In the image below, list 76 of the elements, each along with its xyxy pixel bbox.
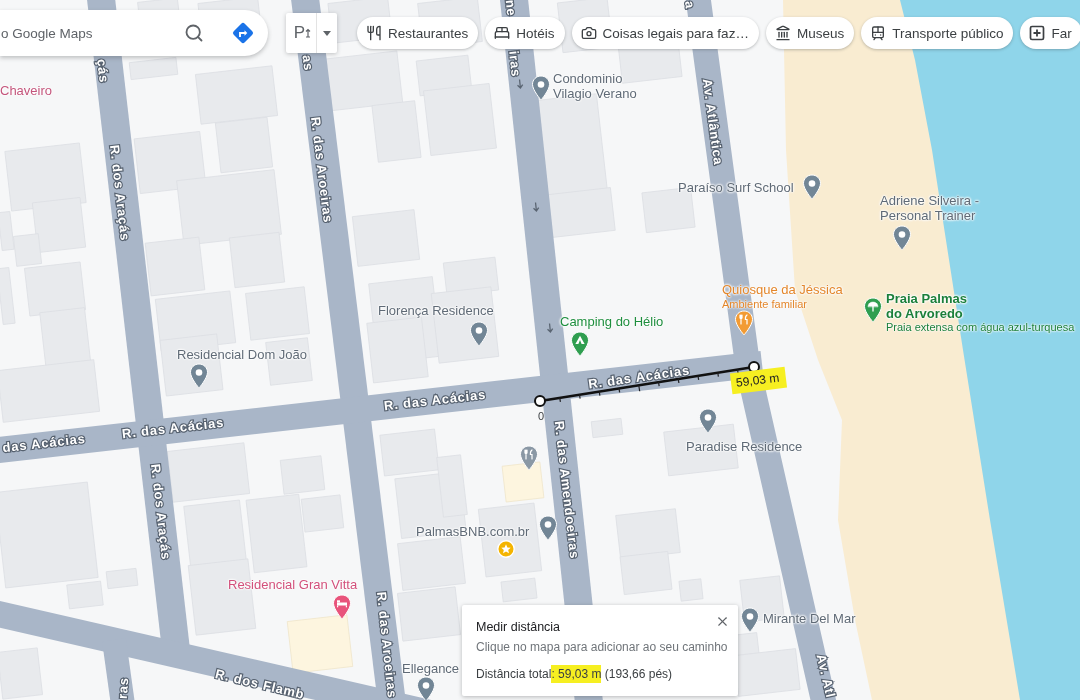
street-label: R. das Amendoeiras [551,420,583,560]
distance-start-label: 0 [537,410,545,422]
street-label: R. das Aroeiras [373,591,401,699]
place-label[interactable]: Chaveiro [0,84,53,99]
umbrella-pin-icon[interactable] [863,297,883,323]
map-pin-icon[interactable] [740,607,760,633]
street-label: R. das Acácias [587,362,691,392]
street-label: Av. Atlântica [699,77,727,167]
train-icon [870,25,887,41]
place-label[interactable]: Ellegance [402,662,460,677]
category-chip[interactable]: Restaurantes [357,17,479,49]
street-label: ras [114,676,132,700]
street-label: iras [506,50,524,78]
place-label[interactable]: Paradise Residence [686,440,803,455]
search-field[interactable]: o Google Maps [1,18,176,48]
street-label: ne [502,0,520,18]
category-chip[interactable]: Far [1020,17,1080,49]
category-chip[interactable]: Transporte público [861,17,1014,49]
place-description: Ambiente familiar [722,297,807,310]
building [286,614,354,674]
bed-pin-icon[interactable] [332,594,352,620]
measure-point[interactable] [534,395,546,407]
place-label[interactable]: Florença Residence [378,304,494,319]
search-bar[interactable]: o Google Maps [0,10,268,56]
street-label: R. das Aroeiras [308,116,336,224]
camera-icon [580,25,597,41]
category-chip[interactable]: Coisas legais para faz… [571,17,759,49]
map-pin-icon[interactable] [189,363,209,389]
street-label: as [299,54,317,72]
map-pin-icon[interactable] [802,174,822,200]
bed-icon [494,25,511,41]
place-label[interactable]: Paraíso Surf School [678,181,794,196]
place-label[interactable]: Condominio Vilagio Verano [553,72,653,101]
map-pin-icon[interactable] [538,515,558,541]
street-label: R. dos Araçás [148,463,174,561]
arrow-icon [532,201,540,212]
place-label[interactable]: Residencial Gran Vitta [228,578,358,593]
map-pin-icon[interactable] [892,225,912,251]
street-label: R. dos Araçás [107,144,133,242]
street-label: das Acácias [1,430,87,456]
museum-icon [774,25,791,41]
street-label: R. das Acácias [121,414,225,442]
arrow-icon [546,322,554,333]
panel-hint: Clique no mapa para adicionar ao seu caminho [476,640,729,655]
search-icon [184,23,204,43]
arrow-icon [516,78,524,89]
map-pin-icon[interactable] [531,75,551,101]
distance-total-text: Distância total: 59,03 m (193,66 pés) [476,666,674,682]
building [397,586,461,642]
category-chip[interactable]: Hotéis [485,17,565,49]
fork-knife-icon [366,25,382,41]
place-label[interactable]: Residencial Dom João [177,348,308,363]
place-label[interactable]: Praia Palmas do Arvoredo [886,292,978,321]
building [183,499,247,567]
map-pin-icon[interactable] [469,321,489,347]
caret-icon [323,30,331,36]
panel-title: Medir distância [476,620,561,635]
arrow-icon [305,28,312,38]
place-label[interactable]: Mirante Del Mar [763,612,856,627]
parking-layer-button[interactable]: P [286,13,317,53]
building [105,567,139,590]
street-label: R. das Acácias [383,386,487,414]
street-label: çás [94,58,112,84]
street-label: Av. Atl [813,652,839,700]
category-chip[interactable]: Museus [765,17,855,49]
building [619,551,673,595]
fork-knife-pin-icon[interactable] [734,310,754,336]
medical-cross-icon [1029,25,1046,41]
street-label: R. dos Flamb [213,666,307,700]
street-label: a [682,0,698,10]
place-label[interactable]: PalmasBNB.com.br [416,525,530,540]
place-label[interactable]: Camping do Hélio [560,315,664,330]
map-pin-icon[interactable] [698,408,718,434]
fork-knife-pin-icon[interactable] [519,445,539,471]
tent-pin-icon[interactable] [570,331,590,357]
map-pin-icon[interactable] [416,676,436,700]
